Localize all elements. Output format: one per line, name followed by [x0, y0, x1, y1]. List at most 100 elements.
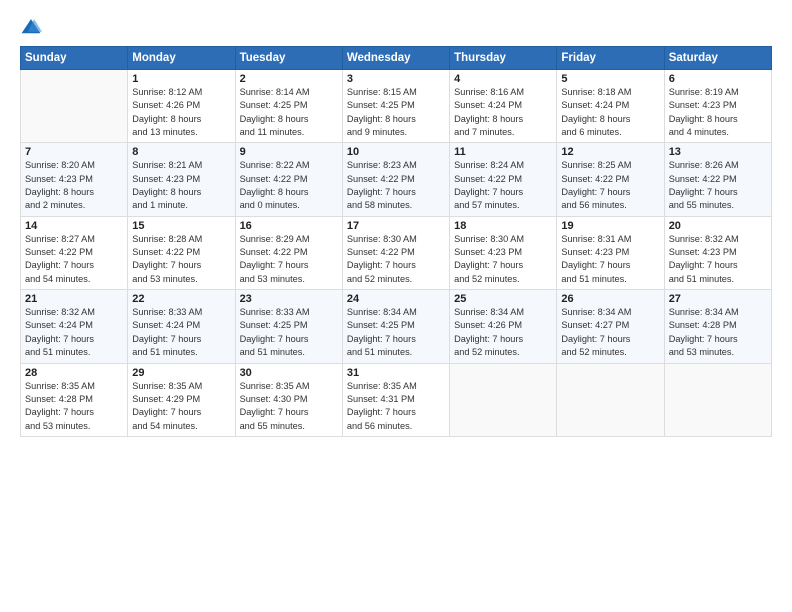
day-cell: 16Sunrise: 8:29 AM Sunset: 4:22 PM Dayli…	[235, 216, 342, 289]
day-cell: 21Sunrise: 8:32 AM Sunset: 4:24 PM Dayli…	[21, 290, 128, 363]
day-number: 21	[25, 293, 123, 305]
day-info: Sunrise: 8:35 AM Sunset: 4:30 PM Dayligh…	[240, 380, 338, 433]
day-number: 9	[240, 146, 338, 158]
day-cell: 24Sunrise: 8:34 AM Sunset: 4:25 PM Dayli…	[342, 290, 449, 363]
day-number: 6	[669, 73, 767, 85]
day-number: 24	[347, 293, 445, 305]
day-number: 14	[25, 220, 123, 232]
day-cell	[557, 363, 664, 436]
day-info: Sunrise: 8:12 AM Sunset: 4:26 PM Dayligh…	[132, 86, 230, 139]
day-number: 28	[25, 367, 123, 379]
day-info: Sunrise: 8:15 AM Sunset: 4:25 PM Dayligh…	[347, 86, 445, 139]
day-number: 27	[669, 293, 767, 305]
day-number: 20	[669, 220, 767, 232]
weekday-header-wednesday: Wednesday	[342, 47, 449, 70]
day-cell: 30Sunrise: 8:35 AM Sunset: 4:30 PM Dayli…	[235, 363, 342, 436]
day-info: Sunrise: 8:34 AM Sunset: 4:26 PM Dayligh…	[454, 306, 552, 359]
day-number: 11	[454, 146, 552, 158]
day-info: Sunrise: 8:23 AM Sunset: 4:22 PM Dayligh…	[347, 159, 445, 212]
day-info: Sunrise: 8:34 AM Sunset: 4:28 PM Dayligh…	[669, 306, 767, 359]
day-cell: 2Sunrise: 8:14 AM Sunset: 4:25 PM Daylig…	[235, 70, 342, 143]
day-info: Sunrise: 8:34 AM Sunset: 4:27 PM Dayligh…	[561, 306, 659, 359]
header	[20, 16, 772, 38]
day-info: Sunrise: 8:28 AM Sunset: 4:22 PM Dayligh…	[132, 233, 230, 286]
weekday-header-tuesday: Tuesday	[235, 47, 342, 70]
day-number: 26	[561, 293, 659, 305]
day-cell: 31Sunrise: 8:35 AM Sunset: 4:31 PM Dayli…	[342, 363, 449, 436]
week-row-2: 7Sunrise: 8:20 AM Sunset: 4:23 PM Daylig…	[21, 143, 772, 216]
day-number: 29	[132, 367, 230, 379]
day-number: 17	[347, 220, 445, 232]
weekday-header-friday: Friday	[557, 47, 664, 70]
day-cell: 29Sunrise: 8:35 AM Sunset: 4:29 PM Dayli…	[128, 363, 235, 436]
day-cell: 13Sunrise: 8:26 AM Sunset: 4:22 PM Dayli…	[664, 143, 771, 216]
week-row-3: 14Sunrise: 8:27 AM Sunset: 4:22 PM Dayli…	[21, 216, 772, 289]
page: SundayMondayTuesdayWednesdayThursdayFrid…	[0, 0, 792, 612]
day-info: Sunrise: 8:35 AM Sunset: 4:31 PM Dayligh…	[347, 380, 445, 433]
day-number: 7	[25, 146, 123, 158]
day-info: Sunrise: 8:18 AM Sunset: 4:24 PM Dayligh…	[561, 86, 659, 139]
day-cell: 14Sunrise: 8:27 AM Sunset: 4:22 PM Dayli…	[21, 216, 128, 289]
day-cell: 6Sunrise: 8:19 AM Sunset: 4:23 PM Daylig…	[664, 70, 771, 143]
day-cell: 3Sunrise: 8:15 AM Sunset: 4:25 PM Daylig…	[342, 70, 449, 143]
logo	[20, 16, 46, 38]
day-info: Sunrise: 8:35 AM Sunset: 4:29 PM Dayligh…	[132, 380, 230, 433]
day-info: Sunrise: 8:30 AM Sunset: 4:22 PM Dayligh…	[347, 233, 445, 286]
day-cell: 17Sunrise: 8:30 AM Sunset: 4:22 PM Dayli…	[342, 216, 449, 289]
day-number: 8	[132, 146, 230, 158]
day-info: Sunrise: 8:21 AM Sunset: 4:23 PM Dayligh…	[132, 159, 230, 212]
day-number: 16	[240, 220, 338, 232]
day-info: Sunrise: 8:16 AM Sunset: 4:24 PM Dayligh…	[454, 86, 552, 139]
day-cell	[450, 363, 557, 436]
day-cell: 7Sunrise: 8:20 AM Sunset: 4:23 PM Daylig…	[21, 143, 128, 216]
day-number: 4	[454, 73, 552, 85]
day-cell: 26Sunrise: 8:34 AM Sunset: 4:27 PM Dayli…	[557, 290, 664, 363]
calendar: SundayMondayTuesdayWednesdayThursdayFrid…	[20, 46, 772, 437]
day-cell	[664, 363, 771, 436]
weekday-header-row: SundayMondayTuesdayWednesdayThursdayFrid…	[21, 47, 772, 70]
day-info: Sunrise: 8:20 AM Sunset: 4:23 PM Dayligh…	[25, 159, 123, 212]
day-cell: 10Sunrise: 8:23 AM Sunset: 4:22 PM Dayli…	[342, 143, 449, 216]
day-cell: 20Sunrise: 8:32 AM Sunset: 4:23 PM Dayli…	[664, 216, 771, 289]
weekday-header-sunday: Sunday	[21, 47, 128, 70]
day-info: Sunrise: 8:24 AM Sunset: 4:22 PM Dayligh…	[454, 159, 552, 212]
logo-icon	[20, 16, 42, 38]
day-info: Sunrise: 8:27 AM Sunset: 4:22 PM Dayligh…	[25, 233, 123, 286]
day-info: Sunrise: 8:31 AM Sunset: 4:23 PM Dayligh…	[561, 233, 659, 286]
day-number: 31	[347, 367, 445, 379]
day-cell: 25Sunrise: 8:34 AM Sunset: 4:26 PM Dayli…	[450, 290, 557, 363]
day-number: 18	[454, 220, 552, 232]
day-info: Sunrise: 8:32 AM Sunset: 4:23 PM Dayligh…	[669, 233, 767, 286]
day-number: 12	[561, 146, 659, 158]
day-number: 22	[132, 293, 230, 305]
weekday-header-saturday: Saturday	[664, 47, 771, 70]
day-cell	[21, 70, 128, 143]
weekday-header-monday: Monday	[128, 47, 235, 70]
day-number: 15	[132, 220, 230, 232]
day-info: Sunrise: 8:26 AM Sunset: 4:22 PM Dayligh…	[669, 159, 767, 212]
weekday-header-thursday: Thursday	[450, 47, 557, 70]
day-info: Sunrise: 8:25 AM Sunset: 4:22 PM Dayligh…	[561, 159, 659, 212]
day-number: 19	[561, 220, 659, 232]
day-info: Sunrise: 8:29 AM Sunset: 4:22 PM Dayligh…	[240, 233, 338, 286]
day-info: Sunrise: 8:14 AM Sunset: 4:25 PM Dayligh…	[240, 86, 338, 139]
day-number: 2	[240, 73, 338, 85]
day-cell: 15Sunrise: 8:28 AM Sunset: 4:22 PM Dayli…	[128, 216, 235, 289]
day-cell: 23Sunrise: 8:33 AM Sunset: 4:25 PM Dayli…	[235, 290, 342, 363]
day-cell: 28Sunrise: 8:35 AM Sunset: 4:28 PM Dayli…	[21, 363, 128, 436]
day-info: Sunrise: 8:34 AM Sunset: 4:25 PM Dayligh…	[347, 306, 445, 359]
day-cell: 1Sunrise: 8:12 AM Sunset: 4:26 PM Daylig…	[128, 70, 235, 143]
day-number: 1	[132, 73, 230, 85]
day-cell: 5Sunrise: 8:18 AM Sunset: 4:24 PM Daylig…	[557, 70, 664, 143]
day-info: Sunrise: 8:19 AM Sunset: 4:23 PM Dayligh…	[669, 86, 767, 139]
week-row-1: 1Sunrise: 8:12 AM Sunset: 4:26 PM Daylig…	[21, 70, 772, 143]
day-cell: 11Sunrise: 8:24 AM Sunset: 4:22 PM Dayli…	[450, 143, 557, 216]
day-info: Sunrise: 8:30 AM Sunset: 4:23 PM Dayligh…	[454, 233, 552, 286]
day-cell: 12Sunrise: 8:25 AM Sunset: 4:22 PM Dayli…	[557, 143, 664, 216]
day-number: 25	[454, 293, 552, 305]
day-cell: 18Sunrise: 8:30 AM Sunset: 4:23 PM Dayli…	[450, 216, 557, 289]
day-number: 23	[240, 293, 338, 305]
day-info: Sunrise: 8:22 AM Sunset: 4:22 PM Dayligh…	[240, 159, 338, 212]
week-row-4: 21Sunrise: 8:32 AM Sunset: 4:24 PM Dayli…	[21, 290, 772, 363]
day-number: 30	[240, 367, 338, 379]
